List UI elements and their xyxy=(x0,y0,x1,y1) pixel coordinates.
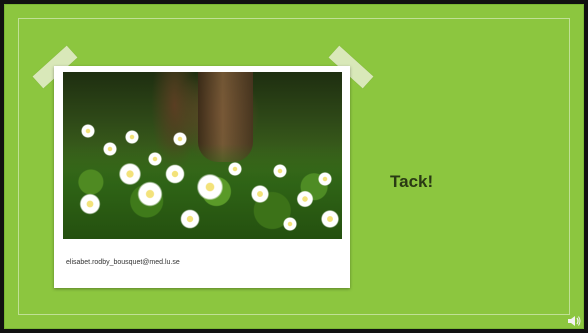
presentation-window: elisabet.rodby_bousquet@med.lu.se Tack! xyxy=(0,0,588,333)
flower xyxy=(320,209,340,229)
flower xyxy=(273,164,287,178)
flower xyxy=(296,190,314,208)
flower xyxy=(318,172,332,186)
flower xyxy=(283,217,297,231)
flower xyxy=(196,173,224,201)
slide: elisabet.rodby_bousquet@med.lu.se Tack! xyxy=(4,4,584,329)
flower xyxy=(180,209,200,229)
flower xyxy=(137,181,163,207)
slide-title: Tack! xyxy=(390,172,434,191)
flower xyxy=(81,124,95,138)
flower xyxy=(173,132,187,146)
flower xyxy=(148,152,162,166)
flower xyxy=(250,184,270,204)
speaker-icon[interactable] xyxy=(567,314,581,328)
flower xyxy=(165,164,185,184)
flower xyxy=(228,162,242,176)
anemone-photo xyxy=(63,72,342,239)
flower xyxy=(125,130,139,144)
photo-caption: elisabet.rodby_bousquet@med.lu.se xyxy=(66,259,180,266)
flower xyxy=(103,142,117,156)
flower xyxy=(79,193,101,215)
polaroid-frame: elisabet.rodby_bousquet@med.lu.se xyxy=(54,66,350,288)
